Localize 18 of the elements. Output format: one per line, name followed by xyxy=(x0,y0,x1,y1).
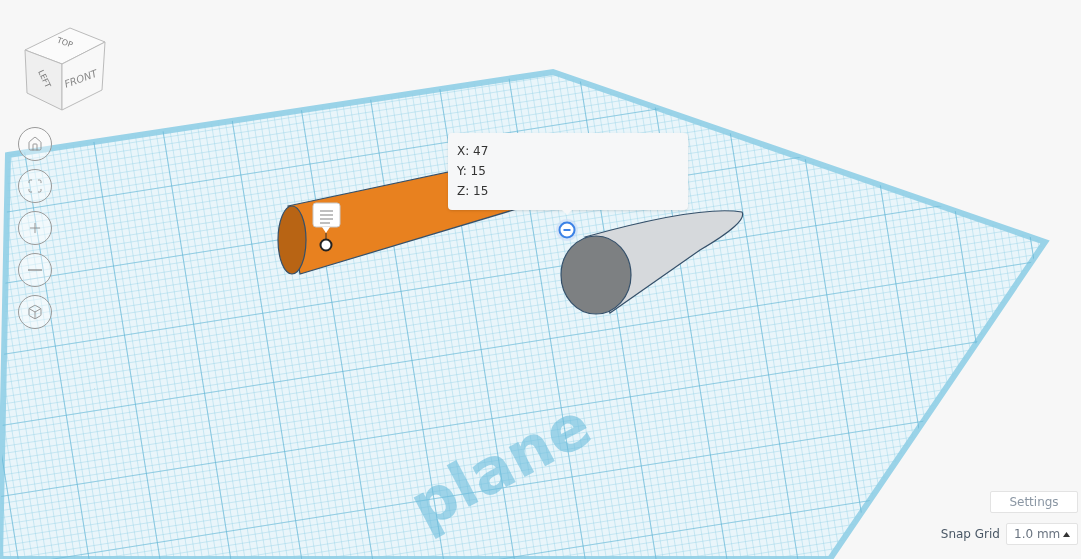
note-marker-icon xyxy=(312,202,341,252)
snap-grid-select[interactable]: 1.0 mm xyxy=(1006,523,1078,545)
caret-icon xyxy=(1063,531,1070,537)
view-control-button[interactable] xyxy=(18,211,52,245)
view-control-button[interactable] xyxy=(18,295,52,329)
coordinate-text: Y: 15 xyxy=(457,163,487,180)
view-control-button[interactable] xyxy=(18,127,52,161)
view-control-button[interactable] xyxy=(18,253,52,287)
settings-button[interactable]: Settings xyxy=(990,491,1078,513)
coordinate-text: X: 47 xyxy=(457,143,490,160)
home-icon xyxy=(27,136,43,152)
coordinate-text: Z: 15 xyxy=(457,183,490,200)
remove-handle-icon[interactable] xyxy=(556,219,578,241)
zoom-in-icon xyxy=(27,220,43,236)
cube-icon xyxy=(27,304,43,320)
view-control-button[interactable] xyxy=(18,169,52,203)
snap-grid-label: Snap Grid xyxy=(940,526,1000,543)
fit-view-icon xyxy=(27,178,43,194)
